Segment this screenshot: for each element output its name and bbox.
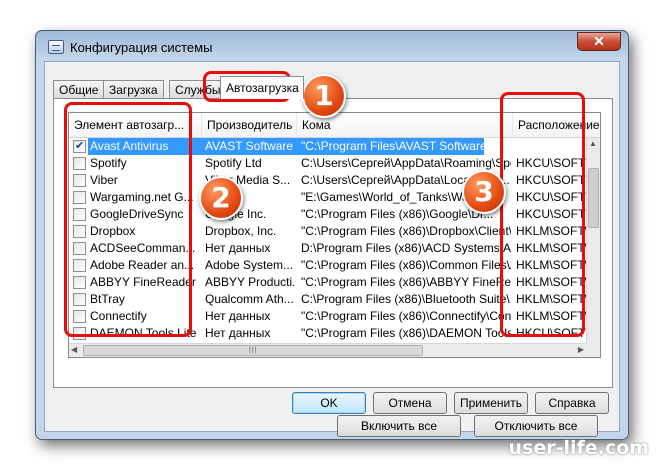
scroll-up-icon[interactable]: ▲ (589, 139, 597, 148)
startup-item-command: C:\Program Files (x86)\Bluetooth Suite\.… (301, 292, 511, 306)
apply-button[interactable]: Применить (454, 392, 528, 414)
title-bar[interactable]: Конфигурация системы ✕ (36, 31, 628, 61)
annotation-badge-3: 3 (462, 170, 506, 214)
startup-item-manufacturer: Qualcomm Ath... (205, 292, 294, 306)
help-button[interactable]: Справка (535, 392, 609, 414)
scroll-corner (586, 343, 600, 357)
grip-icon: ||| (249, 347, 258, 354)
vertical-scrollbar[interactable]: ▲ ▼ (586, 138, 600, 357)
startup-item-manufacturer: Нет данных (205, 241, 271, 255)
startup-item-command: "C:\Program Files\AVAST Software\Avas... (301, 139, 511, 153)
window-title: Конфигурация системы (70, 40, 213, 55)
column-manufacturer[interactable]: Производитель (202, 113, 297, 138)
tab-general[interactable]: Общие (53, 80, 105, 98)
ok-button[interactable]: OK (292, 392, 366, 414)
horizontal-scrollbar[interactable]: ◀ ||| ▶ (69, 343, 586, 357)
app-icon (48, 40, 64, 54)
startup-item-manufacturer: Dropbox, Inc. (205, 224, 277, 238)
startup-item-manufacturer: Нет данных (205, 309, 271, 323)
enable-all-button[interactable]: Включить все (337, 415, 461, 437)
tab-boot[interactable]: Загрузка (103, 80, 164, 98)
startup-item-manufacturer: Нет данных (205, 326, 271, 340)
vertical-scroll-thumb[interactable] (588, 168, 599, 228)
close-button[interactable]: ✕ (577, 32, 621, 51)
annotation-badge-1: 1 (302, 74, 346, 118)
startup-item-command: D:\Program Files (x86)\ACD Systems\AC... (301, 241, 511, 255)
startup-item-manufacturer: ABBYY Producti... (205, 275, 295, 289)
tab-startup[interactable]: Автозагрузка (220, 76, 304, 99)
highlight-startup-items (64, 102, 192, 337)
annotation-badge-2: 2 (199, 176, 243, 220)
horizontal-scroll-thumb[interactable]: ||| (83, 345, 423, 356)
startup-item-manufacturer: Adobe System... (205, 258, 294, 272)
highlight-location-column (500, 92, 585, 337)
scroll-left-icon[interactable]: ◀ (71, 345, 77, 354)
startup-item-command: "C:\Program Files (x86)\Common Files\A..… (301, 258, 511, 272)
startup-item-manufacturer: AVAST Software (205, 139, 294, 153)
watermark-text: user-life.com (508, 437, 650, 459)
disable-all-button[interactable]: Отключить все (474, 415, 598, 437)
cancel-button[interactable]: Отмена (373, 392, 447, 414)
startup-item-command: "C:\Program Files (x86)\DAEMON Tools Lit… (301, 326, 511, 340)
scroll-right-icon[interactable]: ▶ (578, 345, 584, 354)
startup-item-manufacturer: Spotify Ltd (205, 156, 262, 170)
startup-item-command: "C:\Program Files (x86)\ABBYY FineRead..… (301, 275, 511, 289)
startup-item-command: "C:\Program Files (x86)\Connectify\Con..… (301, 309, 511, 323)
startup-item-command: "C:\Program Files (x86)\Dropbox\Client\.… (301, 224, 511, 238)
